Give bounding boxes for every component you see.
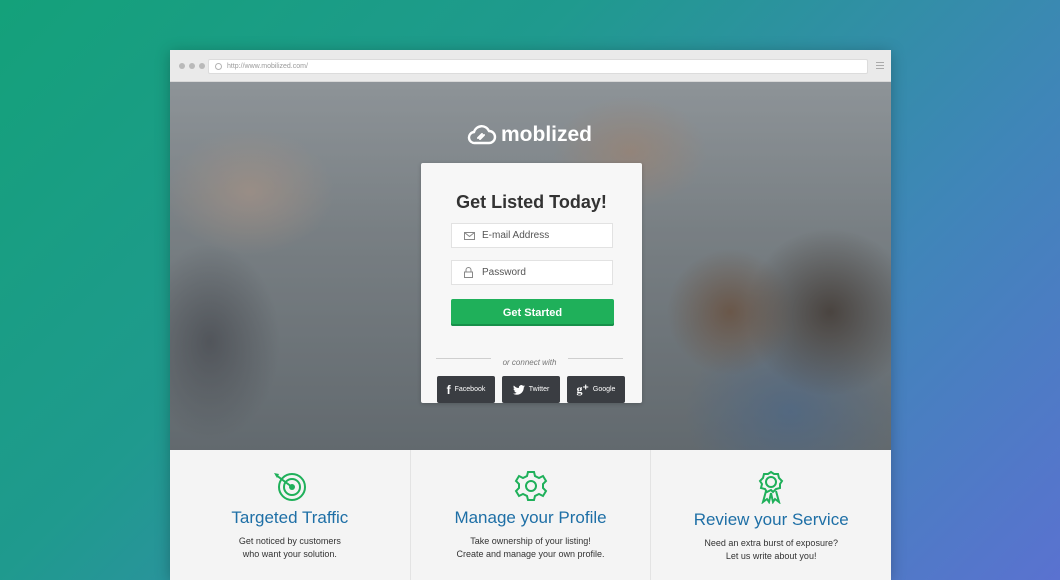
cloud-link-icon [467,125,497,145]
facebook-label: Facebook [454,386,486,393]
facebook-icon: f [446,382,451,397]
connect-divider: or connect with [436,352,623,370]
google-label: Google [592,386,616,393]
password-field[interactable]: Password [451,260,613,285]
facebook-button[interactable]: f Facebook [437,376,495,403]
window-dot[interactable] [189,63,195,69]
window-dot[interactable] [199,63,205,69]
brand-logo[interactable]: moblized [467,122,592,148]
envelope-icon [464,232,475,240]
hero-section: moblized Get Listed Today! E-mail Addres… [170,82,891,450]
divider-text: or connect with [502,358,557,367]
get-started-button[interactable]: Get Started [451,299,614,326]
gear-icon [514,471,547,501]
password-placeholder: Password [482,267,526,278]
google-button[interactable]: g⁺ Google [567,376,625,403]
window-dot[interactable] [179,63,185,69]
feature-targeted-traffic: Targeted Traffic Get noticed by customer… [170,450,411,580]
feature-title: Manage your Profile [454,508,607,527]
twitter-button[interactable]: Twitter [502,376,560,403]
feature-review-service: Review your Service Need an extra burst … [651,450,891,580]
hamburger-menu-icon[interactable] [876,62,884,71]
award-ribbon-icon [758,470,784,504]
google-plus-icon: g⁺ [576,382,589,396]
email-placeholder: E-mail Address [482,230,550,241]
browser-chrome: http://www.mobilized.com/ [170,50,891,82]
brand-name: moblized [501,123,593,146]
twitter-icon [512,384,525,395]
feature-title: Review your Service [693,510,849,529]
feature-title: Targeted Traffic [231,508,349,527]
twitter-label: Twitter [528,386,550,393]
feature-manage-profile: Manage your Profile Take ownership of yo… [411,450,652,580]
feature-description: Get noticed by customers who want your s… [238,536,341,559]
window-controls [179,63,205,69]
feature-description: Need an extra burst of exposure? Let us … [704,538,838,561]
email-field[interactable]: E-mail Address [451,223,613,248]
features-section: Targeted Traffic Get noticed by customer… [170,450,891,580]
address-bar-url: http://www.mobilized.com/ [227,63,308,70]
address-bar[interactable]: http://www.mobilized.com/ [208,59,868,74]
signup-title: Get Listed Today! [456,192,607,212]
feature-description: Take ownership of your listing! Create a… [456,536,605,559]
signup-card: Get Listed Today! E-mail Address Passwor… [421,163,642,403]
browser-window: http://www.mobilized.com/ moblized Get L… [170,50,891,580]
social-buttons: f Facebook Twitter g⁺ Google [437,376,625,403]
lock-icon [464,267,473,278]
target-icon [273,473,306,501]
globe-icon [215,63,222,70]
